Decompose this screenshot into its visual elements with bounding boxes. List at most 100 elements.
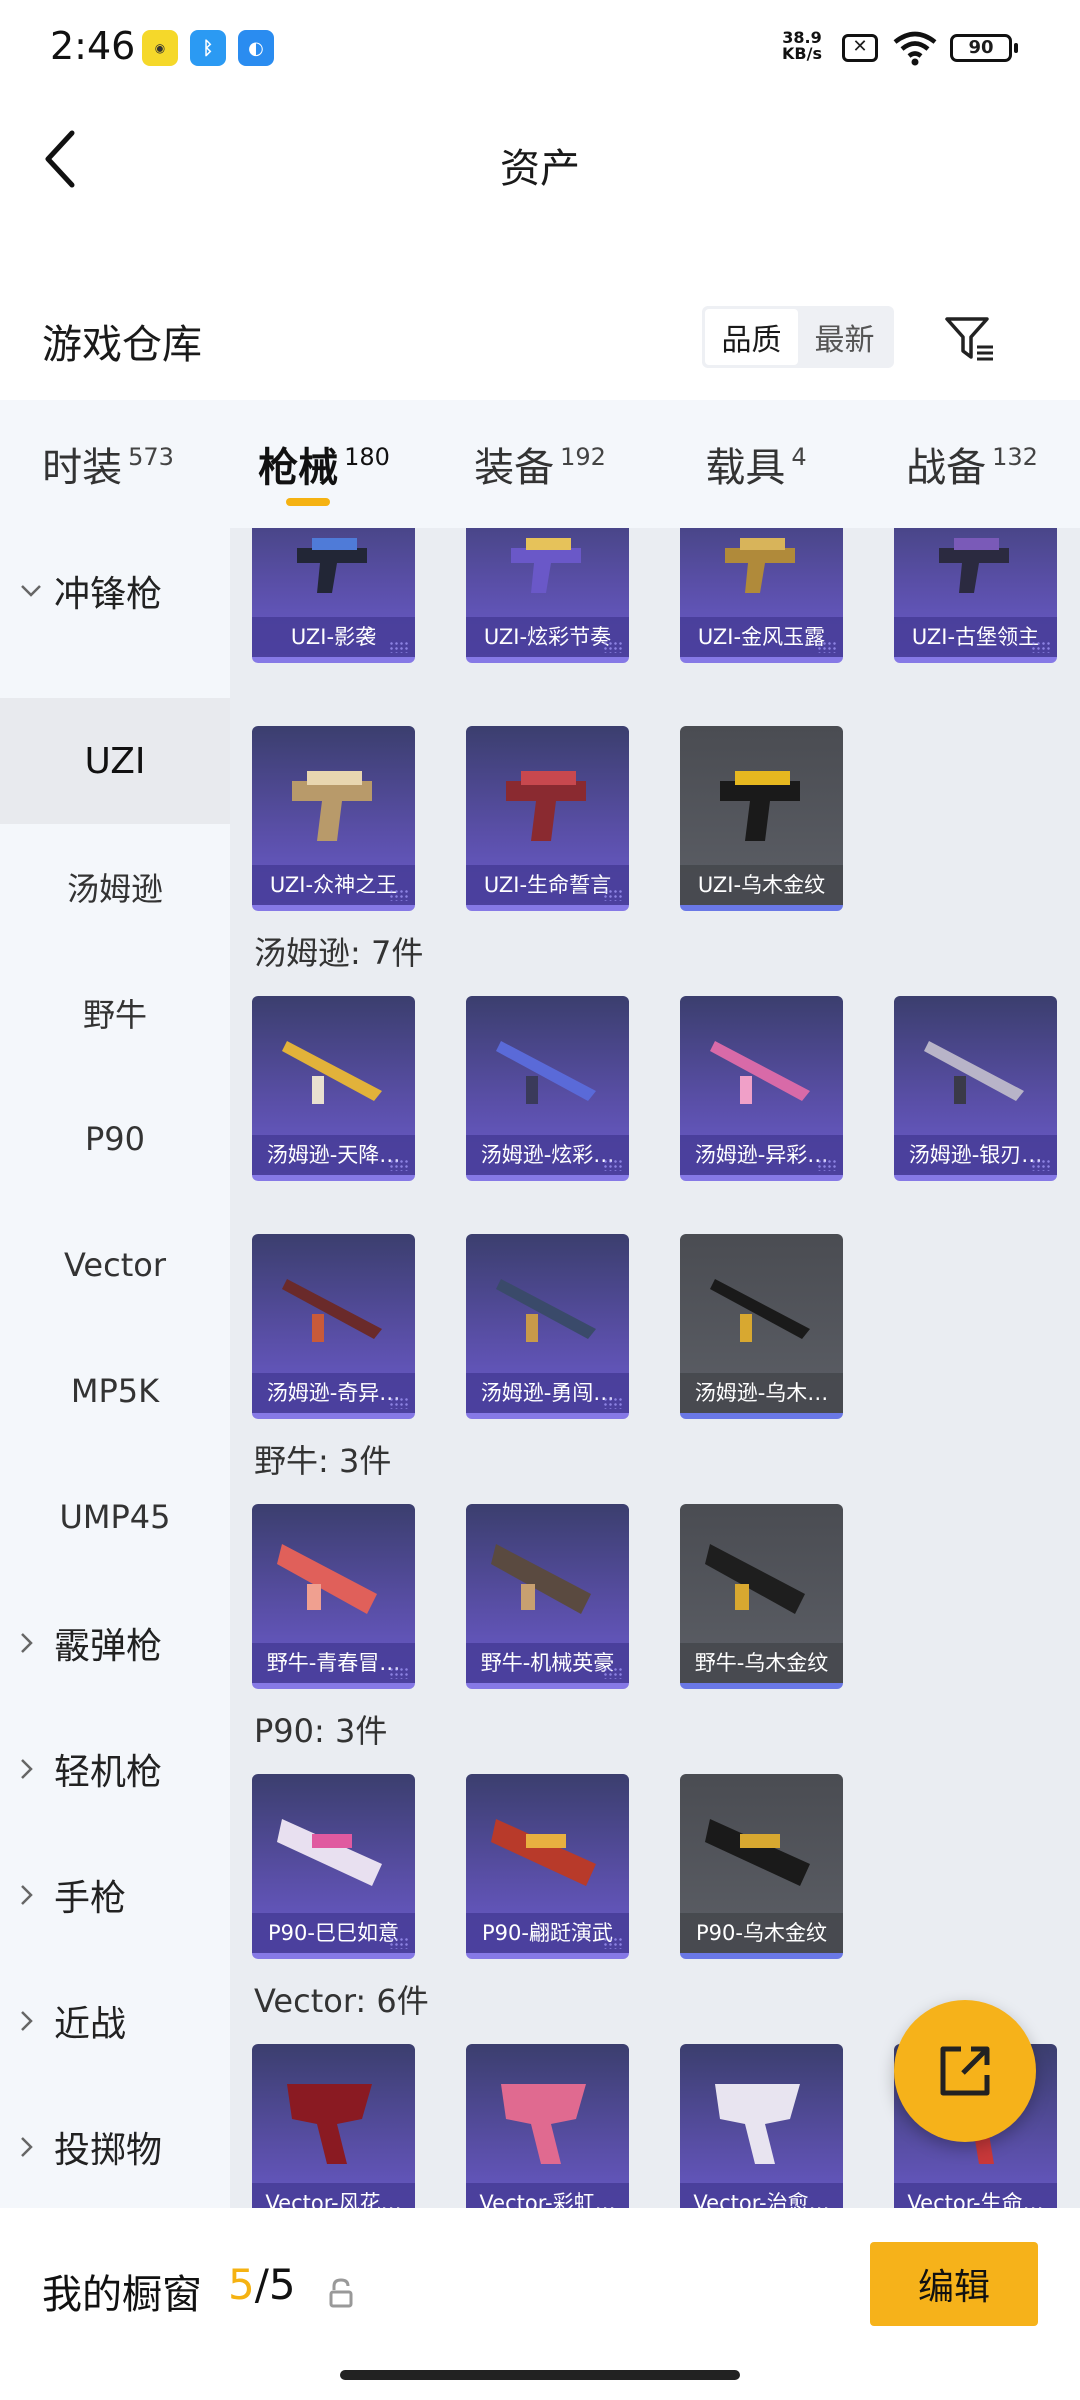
showcase-label: 我的橱窗 bbox=[42, 2272, 202, 2318]
weapon-card[interactable]: P90-乌木金纹 bbox=[680, 1774, 843, 1959]
warehouse-row: 游戏仓库 品质 最新 bbox=[0, 290, 1080, 390]
weapon-image-icon bbox=[282, 1279, 382, 1342]
weapon-card[interactable]: P90-翩跹演武 bbox=[466, 1774, 629, 1959]
sort-option-quality[interactable]: 品质 bbox=[705, 309, 798, 365]
share-button[interactable] bbox=[894, 2000, 1036, 2142]
net-speed: 38.9 KB/s bbox=[782, 30, 822, 62]
weapon-image-icon bbox=[277, 1544, 377, 1614]
weapon-card[interactable]: UZI-生命誓言 bbox=[466, 726, 629, 911]
weapon-card[interactable]: 汤姆逊-天降… bbox=[252, 996, 415, 1181]
tab-label: 载具 bbox=[705, 445, 786, 491]
home-indicator[interactable] bbox=[340, 2370, 740, 2380]
weapon-card[interactable]: Vector-彩虹… bbox=[466, 2044, 629, 2208]
nav-item-bison[interactable]: 野牛 bbox=[0, 950, 230, 1076]
nav-item-vector[interactable]: Vector bbox=[0, 1202, 230, 1328]
card-pattern bbox=[603, 1397, 623, 1409]
sort-option-newest[interactable]: 最新 bbox=[798, 309, 891, 365]
weapon-card[interactable]: P90-巳巳如意 bbox=[252, 1774, 415, 1959]
weapon-card[interactable]: UZI-金风玉露 bbox=[680, 528, 843, 663]
weapon-grid: UZI-影袭 UZI-炫彩节奏 UZI-金风玉露 UZI-古堡领主 UZI-众神… bbox=[230, 528, 1080, 2208]
weapon-card[interactable]: 汤姆逊-炫彩… bbox=[466, 996, 629, 1181]
weapon-card[interactable]: 野牛-青春冒… bbox=[252, 1504, 415, 1689]
edit-button[interactable]: 编辑 bbox=[870, 2242, 1038, 2326]
weapon-type-nav: 冲锋枪 UZI 汤姆逊 野牛 P90 Vector MP5K UMP45 霰弹枪… bbox=[0, 528, 230, 2208]
card-pattern bbox=[389, 1397, 409, 1409]
weapon-card[interactable]: 汤姆逊-奇异… bbox=[252, 1234, 415, 1419]
weapon-card-label: P90-乌木金纹 bbox=[680, 1913, 843, 1953]
nav-group-shotgun[interactable]: 霰弹枪 bbox=[0, 1580, 230, 1706]
nav-group-label: 冲锋枪 bbox=[54, 574, 163, 615]
showcase-total: /5 bbox=[254, 2260, 296, 2309]
section-title: P90: 3件 bbox=[254, 1712, 388, 1750]
weapon-card[interactable]: 汤姆逊-勇闯… bbox=[466, 1234, 629, 1419]
nav-item-thompson[interactable]: 汤姆逊 bbox=[0, 824, 230, 950]
weapon-card[interactable]: 野牛-机械英豪 bbox=[466, 1504, 629, 1689]
weapon-card-label: UZI-乌木金纹 bbox=[680, 865, 843, 905]
tab-count: 180 bbox=[344, 443, 390, 471]
tab-count: 573 bbox=[128, 443, 174, 471]
weapon-image-icon bbox=[506, 771, 586, 841]
tab-vehicles[interactable]: 载具 4 bbox=[648, 400, 864, 528]
weapon-image-icon bbox=[705, 1819, 810, 1886]
weapon-card[interactable]: UZI-炫彩节奏 bbox=[466, 528, 629, 663]
nav-group-smg[interactable]: 冲锋枪 bbox=[0, 528, 230, 654]
weapon-image-icon bbox=[297, 538, 367, 593]
section-title: 野牛: 3件 bbox=[254, 1442, 392, 1480]
weapon-card-label: 汤姆逊-乌木… bbox=[680, 1373, 843, 1413]
weapon-image-icon bbox=[496, 1279, 596, 1342]
tab-label: 枪械 bbox=[258, 445, 339, 491]
nav-item-ump45[interactable]: UMP45 bbox=[0, 1454, 230, 1580]
card-pattern bbox=[389, 1159, 409, 1171]
weapon-card[interactable]: 汤姆逊-银刃… bbox=[894, 996, 1057, 1181]
tab-firearms[interactable]: 枪械 180 bbox=[216, 400, 432, 528]
tab-supplies[interactable]: 战备 132 bbox=[864, 400, 1080, 528]
warehouse-title: 游戏仓库 bbox=[42, 322, 202, 368]
weapon-card[interactable]: UZI-乌木金纹 bbox=[680, 726, 843, 911]
chevron-down-icon bbox=[20, 584, 44, 598]
weapon-card[interactable]: 野牛-乌木金纹 bbox=[680, 1504, 843, 1689]
game-app-icon: ◉ bbox=[142, 30, 178, 66]
weapon-image-icon bbox=[287, 2084, 372, 2164]
weapon-card[interactable]: 汤姆逊-异彩… bbox=[680, 996, 843, 1181]
weapon-card[interactable]: 汤姆逊-乌木… bbox=[680, 1234, 843, 1419]
nav-group-throwable[interactable]: 投掷物 bbox=[0, 2084, 230, 2208]
weapon-card[interactable]: UZI-影袭 bbox=[252, 528, 415, 663]
weapon-card[interactable]: Vector-风花… bbox=[252, 2044, 415, 2208]
weapon-card-label: 野牛-乌木金纹 bbox=[680, 1643, 843, 1683]
weapon-card[interactable]: UZI-古堡领主 bbox=[894, 528, 1057, 663]
filter-button[interactable] bbox=[940, 308, 1000, 368]
no-sim-icon: ✕ bbox=[842, 34, 878, 62]
nav-group-pistol[interactable]: 手枪 bbox=[0, 1832, 230, 1958]
wifi-icon bbox=[893, 31, 937, 66]
weapon-card[interactable]: Vector-治愈… bbox=[680, 2044, 843, 2208]
weapon-image-icon bbox=[491, 1819, 596, 1886]
section-title: Vector: 6件 bbox=[254, 1982, 429, 2020]
section-title: 汤姆逊: 7件 bbox=[254, 934, 424, 972]
card-pattern bbox=[1031, 1159, 1051, 1171]
tab-equipment[interactable]: 装备 192 bbox=[432, 400, 648, 528]
nav-item-mp5k[interactable]: MP5K bbox=[0, 1328, 230, 1454]
nav-group-melee[interactable]: 近战 bbox=[0, 1958, 230, 2084]
card-pattern bbox=[389, 1937, 409, 1949]
weapon-image-icon bbox=[715, 2084, 800, 2164]
nav-group-lmg[interactable]: 轻机枪 bbox=[0, 1706, 230, 1832]
tab-count: 192 bbox=[560, 443, 606, 471]
tab-fashion[interactable]: 时装 573 bbox=[0, 400, 216, 528]
nav-item-uzi[interactable]: UZI bbox=[0, 698, 230, 824]
showcase-count: 5/5 bbox=[228, 2260, 296, 2309]
message-app-icon: ◐ bbox=[238, 30, 274, 66]
weapon-image-icon bbox=[277, 1819, 382, 1886]
category-tabs: 时装 573 枪械 180 装备 192 载具 4 战备 132 bbox=[0, 400, 1080, 528]
card-pattern bbox=[817, 1159, 837, 1171]
lock-icon bbox=[329, 2278, 353, 2308]
nav-group-label: 近战 bbox=[54, 2004, 127, 2045]
card-pattern bbox=[389, 641, 409, 653]
nav-item-p90[interactable]: P90 bbox=[0, 1076, 230, 1202]
weapon-image-icon bbox=[501, 2084, 586, 2164]
card-pattern bbox=[389, 1667, 409, 1679]
weapon-card[interactable]: UZI-众神之王 bbox=[252, 726, 415, 911]
card-pattern bbox=[603, 889, 623, 901]
card-pattern bbox=[1031, 641, 1051, 653]
weapon-image-icon bbox=[710, 1279, 810, 1342]
chevron-right-icon bbox=[20, 2136, 44, 2158]
